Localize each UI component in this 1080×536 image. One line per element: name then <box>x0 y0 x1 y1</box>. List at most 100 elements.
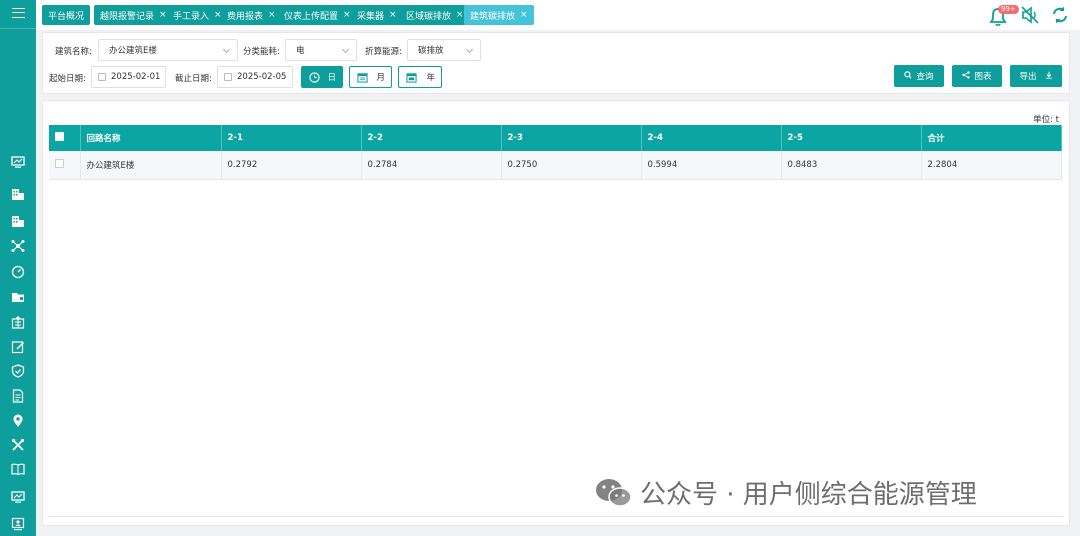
chevron-down-icon <box>341 45 350 54</box>
select-all-cell[interactable] <box>49 125 81 151</box>
tab-label: 手工录入 <box>173 11 210 22</box>
month-toggle[interactable]: 月 <box>349 66 392 88</box>
day-toggle[interactable]: 日 <box>301 66 343 88</box>
building-select[interactable]: 办公建筑E楼 <box>98 39 238 61</box>
day-label: 日 <box>327 73 336 83</box>
menu-toggle-button[interactable] <box>0 0 36 26</box>
close-icon[interactable]: × <box>343 10 351 20</box>
year-toggle[interactable]: 年 <box>398 66 442 88</box>
gauge-icon[interactable] <box>10 264 26 280</box>
unit-label: 单位: t <box>1033 115 1059 125</box>
row-select-cell[interactable] <box>49 151 81 180</box>
table-cell: 办公建筑E楼 <box>80 151 222 180</box>
table-header-row: 回路名称 2-1 2-2 2-3 2-4 2-5 合计 <box>49 125 1062 151</box>
tab-label: 平台概况 <box>48 11 85 22</box>
end-date-input[interactable]: 2025-02-05 <box>217 66 293 88</box>
start-date-value: 2025-02-01 <box>111 72 161 82</box>
calendar-icon <box>224 73 232 81</box>
shield-icon[interactable] <box>10 363 26 379</box>
column-header[interactable]: 2-2 <box>361 125 502 151</box>
end-date-label: 截止日期: <box>175 74 212 84</box>
export-label: 导出 <box>1019 72 1037 82</box>
monitor-icon[interactable] <box>10 154 26 170</box>
building-icon-2[interactable] <box>10 213 26 229</box>
tab-bar: 平台概况 越限报警记录 × 手工录入 × 费用报表 × 仪表上传配置 × 采集器 × 区域… <box>36 0 1080 30</box>
close-icon[interactable]: × <box>159 10 167 20</box>
convert-value: 碳排放 <box>418 46 444 56</box>
category-value: 电 <box>296 46 305 56</box>
tab-collector[interactable]: 采集器 × <box>351 5 403 25</box>
chart-button[interactable]: 图表 <box>952 65 1002 87</box>
document-icon[interactable] <box>10 388 26 404</box>
column-header[interactable]: 2-1 <box>221 125 362 151</box>
tab-label: 越限报警记录 <box>100 11 155 22</box>
close-icon[interactable]: × <box>268 10 276 20</box>
chart-label: 图表 <box>974 72 992 82</box>
refresh-icon[interactable] <box>1050 5 1070 29</box>
tab-label: 费用报表 <box>227 11 264 22</box>
bell-icon[interactable]: 99+ <box>988 5 1019 27</box>
close-icon[interactable]: × <box>456 10 464 20</box>
tab-label: 建筑碳排放 <box>470 11 516 22</box>
chevron-down-icon <box>465 45 474 54</box>
notification-badge: 99+ <box>998 5 1019 14</box>
tab-manual-entry[interactable]: 手工录入 × <box>167 5 228 25</box>
column-header[interactable]: 2-3 <box>501 125 642 151</box>
hamburger-icon <box>11 8 25 18</box>
tab-meter-upload[interactable]: 仪表上传配置 × <box>278 5 357 25</box>
network-icon[interactable] <box>10 238 26 254</box>
calendar-icon <box>98 73 106 81</box>
calendar-year-icon <box>405 71 417 83</box>
data-table: 回路名称 2-1 2-2 2-3 2-4 2-5 合计 办公建筑E楼 0.279… <box>49 125 1062 180</box>
building-icon[interactable] <box>10 186 26 202</box>
column-header[interactable]: 合计 <box>921 125 1062 151</box>
filter-panel: 建筑名称: 办公建筑E楼 分类能耗: 电 折算能源: 碳排放 起始日期: 202… <box>42 32 1070 94</box>
column-header[interactable]: 回路名称 <box>80 125 222 151</box>
tab-platform-overview[interactable]: 平台概况 <box>42 5 91 25</box>
close-icon[interactable]: × <box>389 10 397 20</box>
wechat-logo-icon <box>594 476 634 510</box>
table-bottom-divider <box>49 516 1063 517</box>
convert-label: 折算能源: <box>365 47 402 57</box>
tools-icon[interactable] <box>10 437 26 453</box>
chevron-down-icon <box>222 45 231 54</box>
location-icon[interactable] <box>10 413 26 429</box>
convert-select[interactable]: 碳排放 <box>407 39 481 61</box>
select-all-checkbox[interactable] <box>55 132 64 141</box>
table-row[interactable]: 办公建筑E楼 0.2792 0.2784 0.2750 0.5994 0.848… <box>49 151 1062 180</box>
watermark: 公众号 · 用户侧综合能源管理 <box>594 474 977 511</box>
dashboard-icon[interactable] <box>10 489 26 505</box>
category-select[interactable]: 电 <box>285 39 357 61</box>
table-cell: 0.8483 <box>781 151 922 180</box>
share-icon <box>962 70 971 82</box>
table-cell: 0.2792 <box>221 151 362 180</box>
column-header[interactable]: 2-5 <box>781 125 922 151</box>
query-button[interactable]: 查询 <box>894 65 944 87</box>
table-cell: 2.2804 <box>921 151 1062 180</box>
tab-building-carbon[interactable]: 建筑碳排放 × <box>464 5 534 25</box>
edit-icon[interactable] <box>10 339 26 355</box>
tab-cost-report[interactable]: 费用报表 × <box>221 5 282 25</box>
tab-limit-alarm[interactable]: 越限报警记录 × <box>94 5 173 25</box>
column-header[interactable]: 2-4 <box>641 125 782 151</box>
clock-icon <box>308 71 320 83</box>
user-screen-icon[interactable] <box>10 516 26 532</box>
category-label: 分类能耗: <box>243 47 280 57</box>
table-cell: 0.2750 <box>501 151 642 180</box>
table-cell: 0.5994 <box>641 151 782 180</box>
hospital-icon[interactable] <box>10 314 26 330</box>
month-label: 月 <box>376 73 385 83</box>
sidebar <box>0 0 36 536</box>
book-icon[interactable] <box>10 461 26 477</box>
tab-label: 采集器 <box>357 11 385 22</box>
mute-icon[interactable] <box>1020 5 1040 29</box>
close-icon[interactable]: × <box>520 10 528 20</box>
building-value: 办公建筑E楼 <box>109 46 157 56</box>
watermark-text: 公众号 · 用户侧综合能源管理 <box>640 480 977 510</box>
calendar-month-icon <box>356 71 368 83</box>
export-button[interactable]: 导出 <box>1010 65 1062 87</box>
start-date-input[interactable]: 2025-02-01 <box>91 66 166 88</box>
row-checkbox[interactable] <box>55 158 64 168</box>
folder-icon[interactable] <box>10 289 26 305</box>
tab-regional-carbon[interactable]: 区域碳排放 × <box>400 5 470 25</box>
